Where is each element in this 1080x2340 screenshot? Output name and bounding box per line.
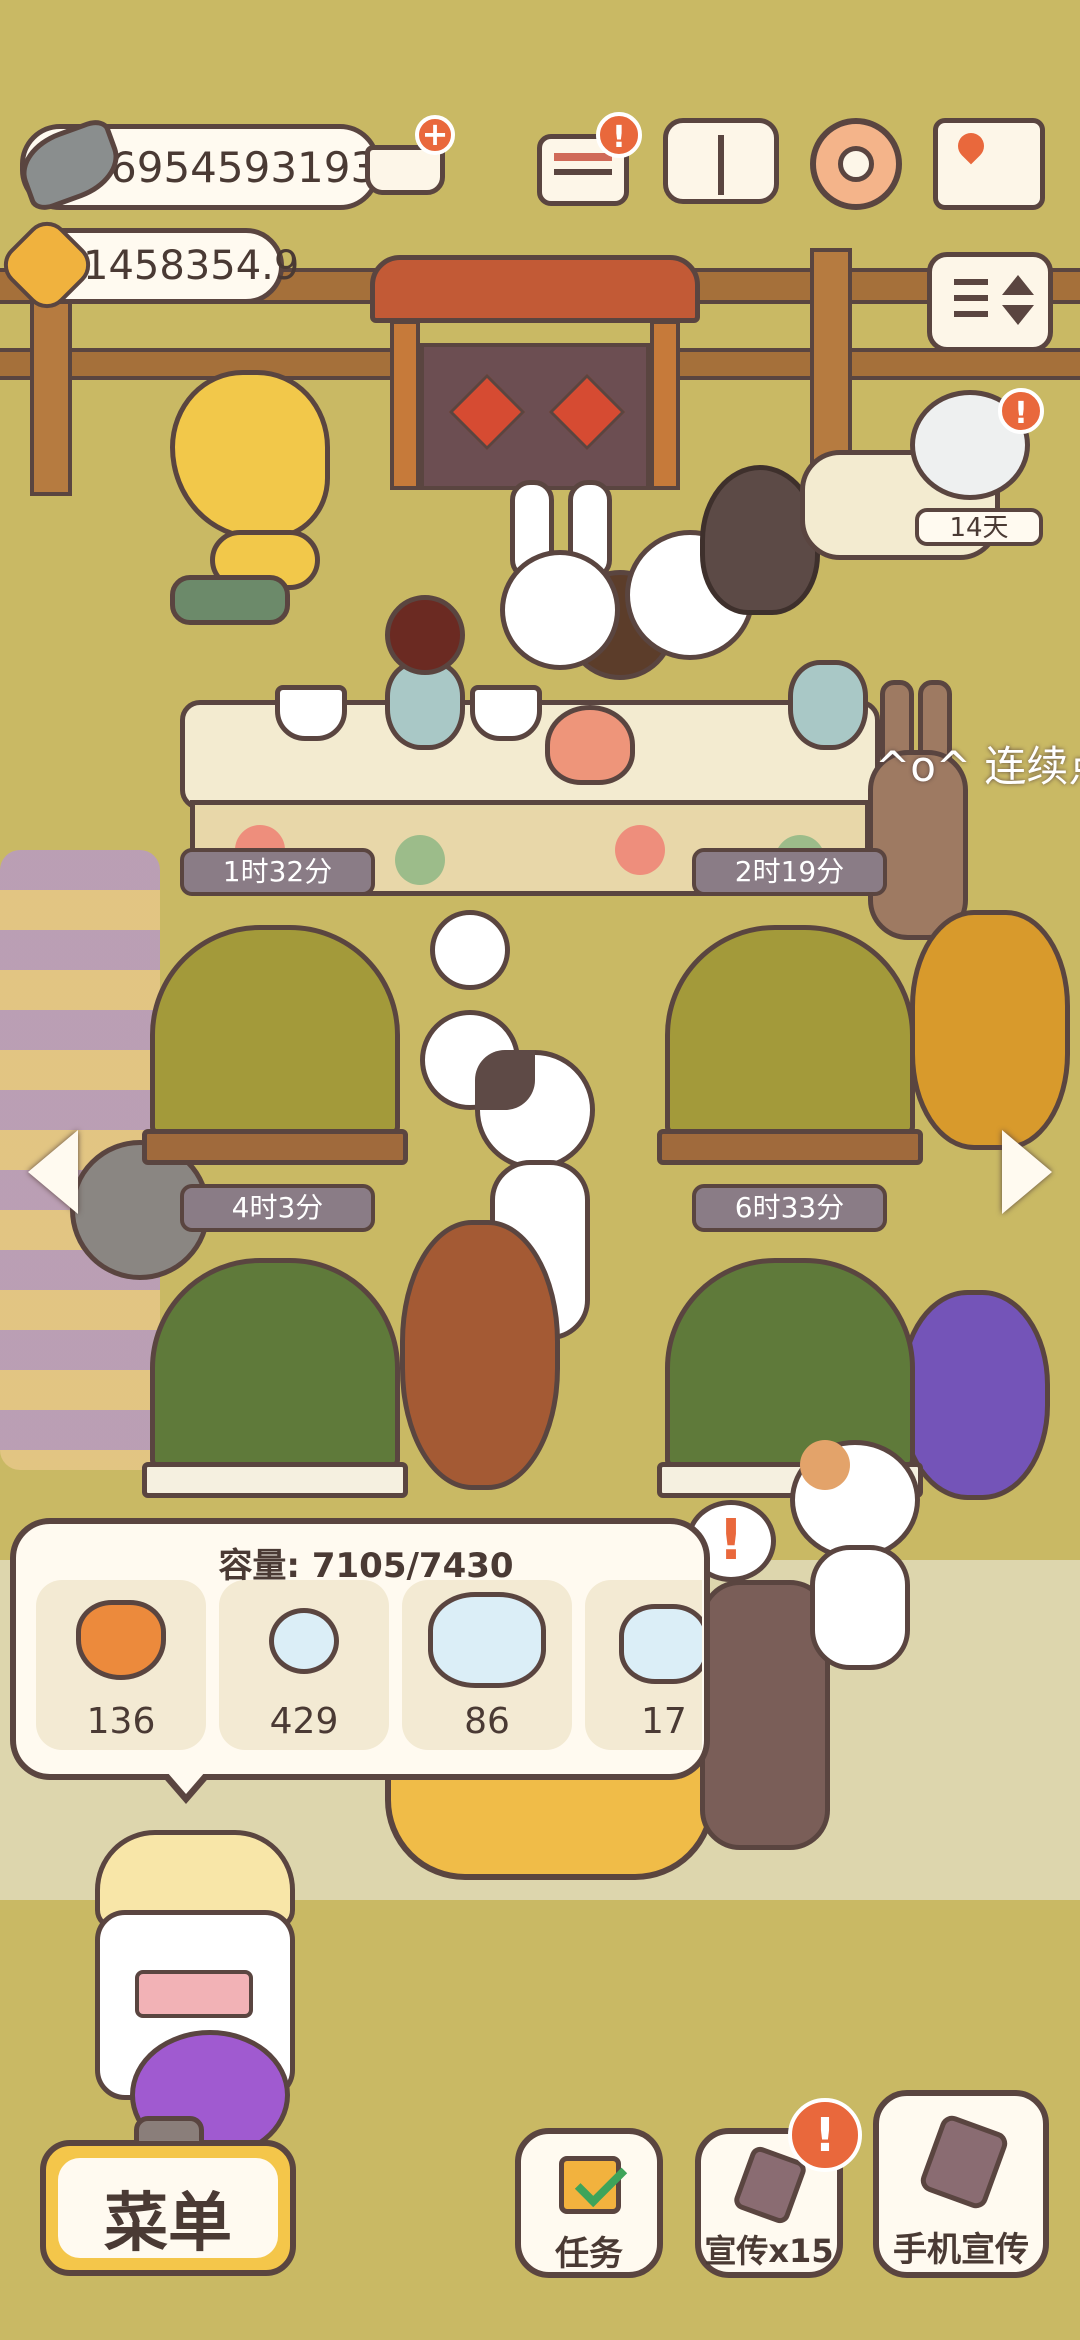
flower-bunch-icon — [428, 1592, 546, 1688]
sort-icon — [954, 279, 988, 285]
phone-card-icon — [917, 2112, 1011, 2212]
shop-cart-button[interactable]: + — [355, 115, 455, 210]
storage-item[interactable]: 429 — [219, 1580, 389, 1750]
storage-item[interactable]: 86 — [402, 1580, 572, 1750]
paw-book-icon — [718, 135, 724, 195]
greenhouse-3[interactable] — [142, 1258, 408, 1498]
storage-item-count: 429 — [269, 1701, 339, 1742]
greenhouse-3-timer: 4时3分 — [180, 1184, 375, 1232]
clipboard-clip-icon — [134, 2116, 204, 2146]
garden-gate[interactable] — [370, 255, 700, 490]
greenhouse-1[interactable] — [142, 925, 408, 1165]
corgi-character[interactable] — [790, 1440, 920, 1670]
banana-plant — [150, 360, 350, 625]
mail-alert-badge: ! — [596, 112, 642, 158]
journal-button[interactable] — [663, 118, 779, 204]
scroll-text: ^o^ 连续点 — [875, 742, 1080, 791]
tasks-button-label: 任务 — [555, 2234, 623, 2274]
fish-currency-value: 6954593193 — [110, 143, 378, 192]
storage-item[interactable]: 136 — [36, 1580, 206, 1750]
storage-item-count: 17 — [641, 1701, 687, 1742]
next-area-arrow[interactable] — [1002, 1130, 1052, 1214]
promote-alert-badge: ! — [788, 2098, 862, 2172]
map-button[interactable] — [933, 118, 1045, 210]
star-currency-value: 1458354.9 — [83, 243, 300, 289]
menu-button-label: 菜单 — [104, 2187, 232, 2261]
sort-toggle-button[interactable] — [927, 252, 1053, 352]
greenhouse-2-timer: 2时19分 — [692, 848, 887, 896]
teacup-icon — [470, 685, 542, 741]
dark-flower-icon — [385, 595, 465, 675]
vase-icon — [788, 660, 868, 750]
greenhouse-2[interactable] — [657, 925, 923, 1165]
nut-pile — [400, 1220, 560, 1490]
location-pin-icon — [952, 127, 990, 165]
phone-promote-button[interactable]: 手机宣传 — [873, 2090, 1049, 2278]
greenhouse-1-timer: 1时32分 — [180, 848, 375, 896]
stall-timer-text: 14天 — [949, 513, 1009, 543]
gear-icon — [838, 146, 874, 182]
mail-icon — [554, 153, 612, 161]
teacup-icon — [275, 685, 347, 741]
stall-timer: 14天 — [915, 508, 1043, 546]
greenhouse-4-timer: 6时33分 — [692, 1184, 887, 1232]
prev-area-arrow[interactable] — [28, 1130, 78, 1214]
tasks-button[interactable]: 任务 — [515, 2128, 663, 2278]
promote-button-label: 宣传x15 — [704, 2232, 834, 2270]
settings-button[interactable] — [810, 118, 902, 210]
sunflower-stack — [910, 910, 1070, 1150]
phone-promote-button-label: 手机宣传 — [893, 2230, 1029, 2270]
white-bunny-character[interactable] — [490, 480, 620, 670]
maple-flower-icon — [76, 1600, 166, 1680]
white-flower-icon — [269, 1608, 339, 1674]
teapot-icon — [545, 705, 635, 785]
add-icon: + — [415, 115, 455, 155]
storage-items: 136 429 86 17 — [16, 1580, 702, 1760]
storage-item[interactable]: 17 — [585, 1580, 702, 1750]
storage-item-count: 86 — [464, 1701, 510, 1742]
alert-mark: ! — [718, 1508, 744, 1573]
white-flower-icon — [430, 910, 510, 990]
storage-panel-pointer-fill — [167, 1772, 205, 1794]
storage-item-count: 136 — [86, 1701, 156, 1742]
flower-cluster-icon — [619, 1604, 702, 1684]
stall-alert-badge: ! — [998, 388, 1044, 434]
menu-button[interactable]: 菜单 — [40, 2116, 296, 2276]
